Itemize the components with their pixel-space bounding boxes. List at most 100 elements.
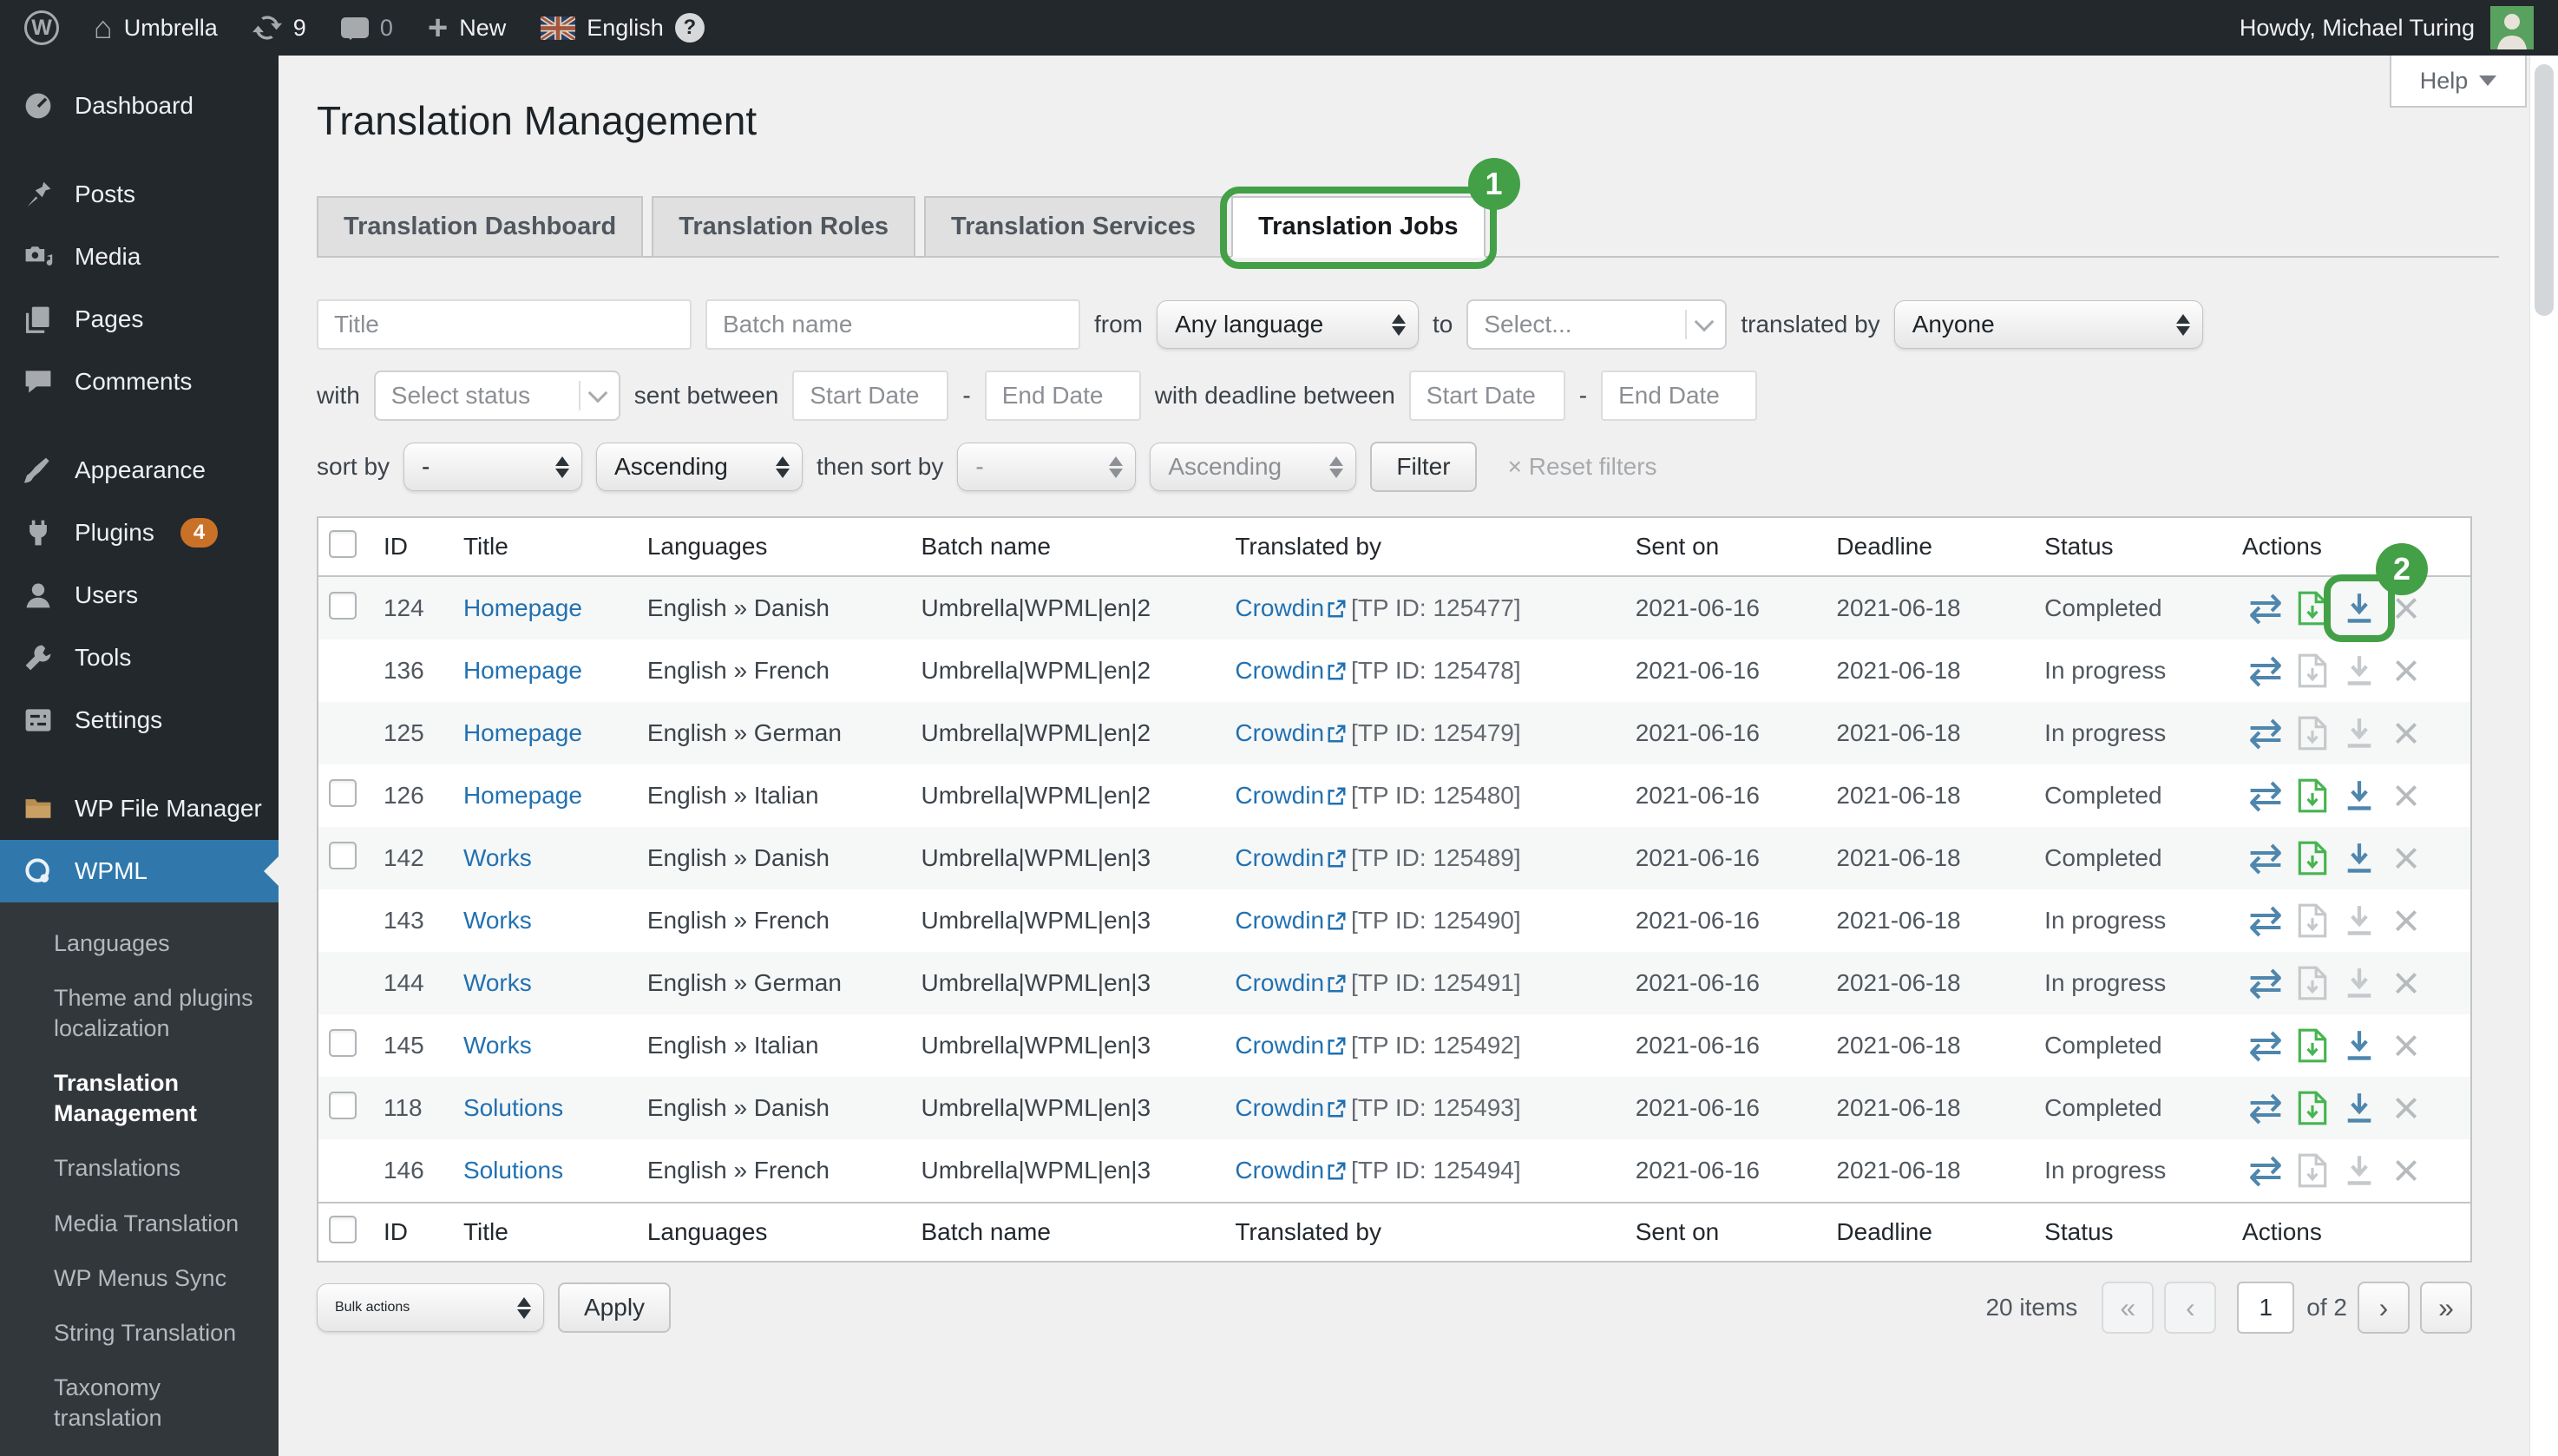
job-title-link[interactable]: Works — [463, 1032, 532, 1059]
duplicate-job-icon[interactable]: ⇄ — [2242, 1085, 2289, 1131]
sidebar-item-wpml[interactable]: WPML — [0, 840, 279, 902]
translator-link[interactable]: Crowdin — [1235, 844, 1324, 871]
job-title-link[interactable]: Works — [463, 907, 532, 934]
translator-link[interactable]: Crowdin — [1235, 657, 1324, 684]
sidebar-subitem-theme-and-plugins-localization[interactable]: Theme and plugins localization — [0, 971, 279, 1056]
download-translation-icon[interactable] — [2336, 1147, 2383, 1194]
xliff-file-download-icon[interactable] — [2289, 1147, 2336, 1194]
sidebar-item-dashboard[interactable]: Dashboard — [0, 75, 279, 137]
sidebar-item-plugins[interactable]: Plugins4 — [0, 502, 279, 564]
sidebar-item-appearance[interactable]: Appearance — [0, 439, 279, 502]
cancel-job-icon[interactable]: × — [2383, 835, 2430, 882]
job-title-link[interactable]: Homepage — [463, 594, 582, 621]
filter-button[interactable]: Filter — [1370, 442, 1476, 492]
duplicate-job-icon[interactable]: ⇄ — [2242, 835, 2289, 882]
job-title-link[interactable]: Works — [463, 844, 532, 871]
xliff-file-download-icon[interactable] — [2289, 1085, 2336, 1131]
download-translation-icon[interactable] — [2336, 585, 2383, 632]
apply-button[interactable]: Apply — [558, 1282, 671, 1333]
tab-translation-roles[interactable]: Translation Roles — [652, 196, 915, 258]
duplicate-job-icon[interactable]: ⇄ — [2242, 585, 2289, 632]
sidebar-item-comments[interactable]: Comments — [0, 351, 279, 413]
sort1-select[interactable]: - — [403, 443, 582, 491]
sort2-select[interactable]: - — [957, 443, 1136, 491]
cancel-job-icon[interactable]: × — [2383, 960, 2430, 1007]
sidebar-subitem-string-translation[interactable]: String Translation — [0, 1306, 279, 1361]
language-help-icon[interactable]: ? — [675, 13, 705, 43]
to-language-select[interactable]: Select... — [1466, 299, 1727, 350]
xliff-file-download-icon[interactable] — [2289, 835, 2336, 882]
job-title-link[interactable]: Homepage — [463, 719, 582, 746]
translator-link[interactable]: Crowdin — [1235, 969, 1324, 996]
updates-menu[interactable]: 9 — [253, 13, 306, 43]
xliff-file-download-icon[interactable] — [2289, 1022, 2336, 1069]
cancel-job-icon[interactable]: × — [2383, 772, 2430, 819]
language-switcher-menu[interactable]: English ? — [541, 13, 705, 43]
cancel-job-icon[interactable]: × — [2383, 1085, 2430, 1131]
duplicate-job-icon[interactable]: ⇄ — [2242, 772, 2289, 819]
sidebar-item-pages[interactable]: Pages — [0, 288, 279, 351]
download-translation-icon[interactable] — [2336, 960, 2383, 1007]
xliff-file-download-icon[interactable] — [2289, 585, 2336, 632]
wordpress-menu[interactable]: W — [24, 10, 59, 45]
comments-menu[interactable]: 0 — [341, 15, 393, 42]
duplicate-job-icon[interactable]: ⇄ — [2242, 1022, 2289, 1069]
translator-link[interactable]: Crowdin — [1235, 1032, 1324, 1059]
duplicate-job-icon[interactable]: ⇄ — [2242, 897, 2289, 944]
scrollbar[interactable] — [2529, 56, 2558, 1456]
download-translation-icon[interactable] — [2336, 710, 2383, 757]
title-filter-input[interactable] — [317, 299, 692, 350]
deadline-end-date-input[interactable] — [1601, 371, 1757, 421]
job-title-link[interactable]: Solutions — [463, 1157, 563, 1184]
sidebar-item-media[interactable]: Media — [0, 226, 279, 288]
bulk-actions-select[interactable]: Bulk actions — [317, 1283, 544, 1332]
sidebar-item-users[interactable]: Users — [0, 564, 279, 626]
cancel-job-icon[interactable]: × — [2383, 897, 2430, 944]
next-page-button[interactable]: › — [2358, 1282, 2410, 1334]
xliff-file-download-icon[interactable] — [2289, 647, 2336, 694]
row-checkbox[interactable] — [329, 592, 357, 620]
translator-link[interactable]: Crowdin — [1235, 907, 1324, 934]
sent-end-date-input[interactable] — [985, 371, 1141, 421]
tab-translation-services[interactable]: Translation Services — [924, 196, 1223, 258]
duplicate-job-icon[interactable]: ⇄ — [2242, 960, 2289, 1007]
translator-link[interactable]: Crowdin — [1235, 1157, 1324, 1184]
help-button[interactable]: Help — [2390, 56, 2527, 108]
download-translation-icon[interactable] — [2336, 897, 2383, 944]
download-translation-icon[interactable] — [2336, 1022, 2383, 1069]
duplicate-job-icon[interactable]: ⇄ — [2242, 1147, 2289, 1194]
duplicate-job-icon[interactable]: ⇄ — [2242, 710, 2289, 757]
howdy-account-menu[interactable]: Howdy, Michael Turing — [2240, 15, 2475, 42]
row-checkbox[interactable] — [329, 1029, 357, 1057]
xliff-file-download-icon[interactable] — [2289, 897, 2336, 944]
sidebar-subitem-wp-menus-sync[interactable]: WP Menus Sync — [0, 1251, 279, 1306]
download-translation-icon[interactable] — [2336, 647, 2383, 694]
order1-select[interactable]: Ascending — [596, 443, 803, 491]
avatar[interactable] — [2490, 6, 2534, 49]
cancel-job-icon[interactable]: × — [2383, 647, 2430, 694]
xliff-file-download-icon[interactable] — [2289, 710, 2336, 757]
sidebar-item-posts[interactable]: Posts — [0, 163, 279, 226]
duplicate-job-icon[interactable]: ⇄ — [2242, 647, 2289, 694]
deadline-start-date-input[interactable] — [1409, 371, 1565, 421]
job-title-link[interactable]: Solutions — [463, 1094, 563, 1121]
sidebar-subitem-languages[interactable]: Languages — [0, 916, 279, 971]
xliff-file-download-icon[interactable] — [2289, 772, 2336, 819]
sidebar-subitem-translation-management[interactable]: Translation Management — [0, 1056, 279, 1141]
sidebar-subitem-taxonomy-translation[interactable]: Taxonomy translation — [0, 1361, 279, 1446]
translator-link[interactable]: Crowdin — [1235, 594, 1324, 621]
row-checkbox[interactable] — [329, 779, 357, 807]
tab-translation-dashboard[interactable]: Translation Dashboard — [317, 196, 643, 258]
select-all-checkbox[interactable] — [329, 530, 357, 558]
job-title-link[interactable]: Homepage — [463, 782, 582, 809]
cancel-job-icon[interactable]: × — [2383, 710, 2430, 757]
download-translation-icon[interactable] — [2336, 1085, 2383, 1131]
site-name-menu[interactable]: ⌂ Umbrella — [94, 12, 218, 43]
row-checkbox[interactable] — [329, 842, 357, 869]
sidebar-subitem-media-translation[interactable]: Media Translation — [0, 1197, 279, 1251]
row-checkbox[interactable] — [329, 1092, 357, 1119]
last-page-button[interactable]: » — [2420, 1282, 2472, 1334]
sidebar-item-wp-file-manager[interactable]: WP File Manager — [0, 777, 279, 840]
tab-translation-jobs[interactable]: Translation Jobs1 — [1231, 196, 1485, 258]
batch-name-filter-input[interactable] — [705, 299, 1080, 350]
